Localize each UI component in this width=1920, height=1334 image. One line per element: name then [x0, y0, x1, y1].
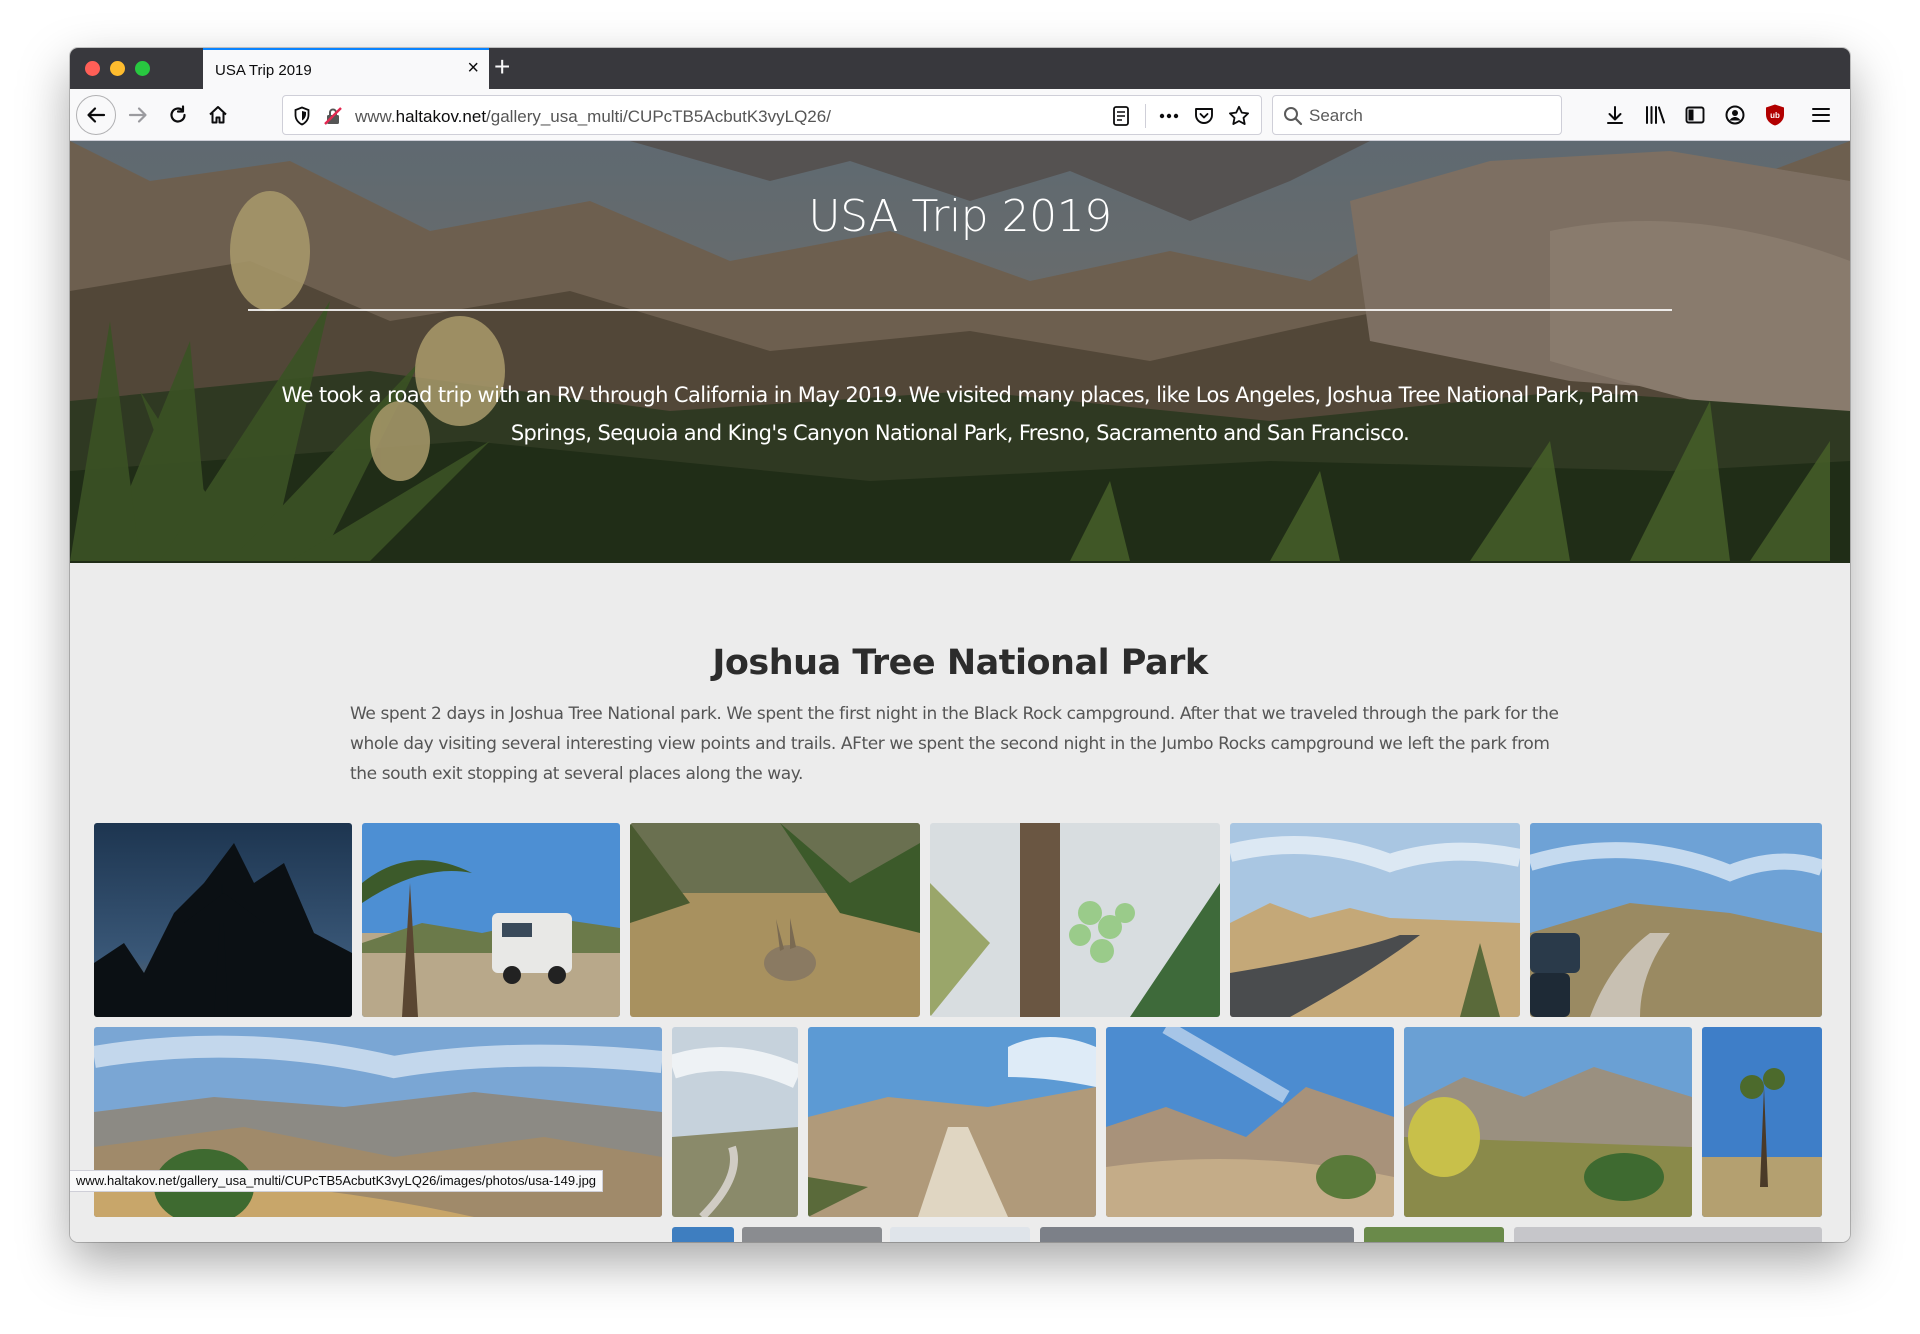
photo-keys-view-path: [1530, 823, 1822, 1017]
sidebar-toggle-button[interactable]: [1679, 99, 1711, 131]
photo-thumbnail[interactable]: [94, 823, 352, 1017]
minimize-window-button[interactable]: [110, 61, 125, 76]
main-menu-button[interactable]: [1805, 99, 1837, 131]
hamburger-menu-icon: [1812, 108, 1830, 122]
section-description: We spent 2 days in Joshua Tree National …: [350, 704, 1559, 784]
gallery-title: USA Trip 2019: [808, 191, 1112, 242]
gallery-description: We took a road trip with an RV through C…: [281, 383, 1640, 445]
tab-title: USA Trip 2019: [215, 62, 312, 79]
home-button[interactable]: [202, 99, 234, 131]
url-text[interactable]: www.haltakov.net/gallery_usa_multi/CUPcT…: [355, 107, 831, 127]
navigation-toolbar: www.haltakov.net/gallery_usa_multi/CUPcT…: [70, 89, 1850, 141]
search-box[interactable]: [1272, 95, 1562, 135]
search-icon: [1284, 107, 1303, 126]
tracking-protection-shield-icon[interactable]: [293, 106, 311, 126]
back-arrow-icon: [87, 107, 106, 123]
photo-thumbnail[interactable]: [672, 1227, 734, 1242]
ublock-origin-button[interactable]: ub: [1759, 99, 1791, 131]
search-input[interactable]: [1309, 106, 1549, 126]
photo-thumbnail[interactable]: [1364, 1227, 1504, 1242]
reader-view-icon[interactable]: [1111, 105, 1131, 127]
hero-divider: [248, 309, 1672, 311]
photo-thumbnail[interactable]: [1404, 1027, 1692, 1217]
reload-icon: [170, 105, 186, 123]
home-icon: [209, 106, 227, 124]
photo-joshua-tree-fruit: [930, 823, 1220, 1017]
photo-thumbnail[interactable]: [742, 1227, 882, 1242]
photo-thumbnail[interactable]: [808, 1027, 1096, 1217]
status-bar-link-preview: www.haltakov.net/gallery_usa_multi/CUPcT…: [70, 1170, 604, 1192]
photo-thumbnail[interactable]: [1514, 1227, 1822, 1242]
account-button[interactable]: [1719, 99, 1751, 131]
photo-jackrabbit: [630, 823, 920, 1017]
hero-banner: USA Trip 2019 We took a road trip with a…: [70, 141, 1850, 563]
insecure-connection-lock-icon[interactable]: [323, 106, 343, 126]
photo-thumbnail[interactable]: [930, 823, 1220, 1017]
url-bar[interactable]: www.haltakov.net/gallery_usa_multi/CUPcT…: [282, 95, 1262, 135]
page-actions-more-icon[interactable]: [1157, 106, 1181, 126]
ublock-shield-icon: ub: [1766, 104, 1784, 126]
photo-thumbnail[interactable]: [1530, 823, 1822, 1017]
account-icon: [1725, 105, 1745, 125]
photo-joshua-tree-silhouette: [94, 823, 352, 1017]
sidebar-icon: [1685, 106, 1705, 124]
zoom-window-button[interactable]: [135, 61, 150, 76]
bookmark-star-icon[interactable]: [1227, 104, 1251, 128]
url-bar-divider: [1145, 104, 1146, 128]
download-icon: [1607, 106, 1623, 124]
forward-button[interactable]: [122, 99, 154, 131]
back-button[interactable]: [76, 95, 116, 135]
close-window-button[interactable]: [85, 61, 100, 76]
url-domain: haltakov.net: [395, 107, 487, 126]
library-button[interactable]: [1639, 99, 1671, 131]
photo-lone-joshua-tree: [1702, 1027, 1822, 1217]
url-prefix: www.: [355, 107, 396, 126]
photo-winding-road: [672, 1027, 798, 1217]
photo-thumbnail[interactable]: [1230, 823, 1520, 1017]
photo-trail-fence: [808, 1027, 1096, 1217]
tab-strip: USA Trip 2019 × +: [70, 48, 1850, 89]
tab-close-icon[interactable]: ×: [467, 58, 479, 78]
photo-thumbnail[interactable]: [1106, 1027, 1394, 1217]
photo-boulders-trail: [1106, 1027, 1394, 1217]
photo-thumbnail[interactable]: [1702, 1027, 1822, 1217]
photo-rv-campsite: [362, 823, 620, 1017]
forward-arrow-icon: [128, 107, 147, 123]
photo-thumbnail[interactable]: [890, 1227, 1030, 1242]
library-icon: [1646, 106, 1665, 124]
reload-button[interactable]: [162, 99, 194, 131]
downloads-button[interactable]: [1599, 99, 1631, 131]
photo-thumbnail[interactable]: [1040, 1227, 1354, 1242]
svg-text:ub: ub: [1770, 111, 1780, 120]
section-title: Joshua Tree National Park: [712, 643, 1208, 683]
photo-thumbnail[interactable]: [630, 823, 920, 1017]
browser-window: USA Trip 2019 × + www.haltakov.net/galle…: [70, 48, 1850, 1242]
tab-usa-trip[interactable]: USA Trip 2019 ×: [203, 48, 489, 89]
photo-thumbnail[interactable]: [672, 1027, 798, 1217]
url-path: /gallery_usa_multi/CUPcTB5AcbutK3vyLQ26/: [486, 107, 831, 126]
page-content: USA Trip 2019 We took a road trip with a…: [70, 141, 1850, 1242]
pocket-icon[interactable]: [1193, 105, 1215, 127]
new-tab-button[interactable]: +: [494, 52, 510, 82]
photo-park-road: [1230, 823, 1520, 1017]
photo-thumbnail[interactable]: [362, 823, 620, 1017]
photo-desert-mountains: [1404, 1027, 1692, 1217]
